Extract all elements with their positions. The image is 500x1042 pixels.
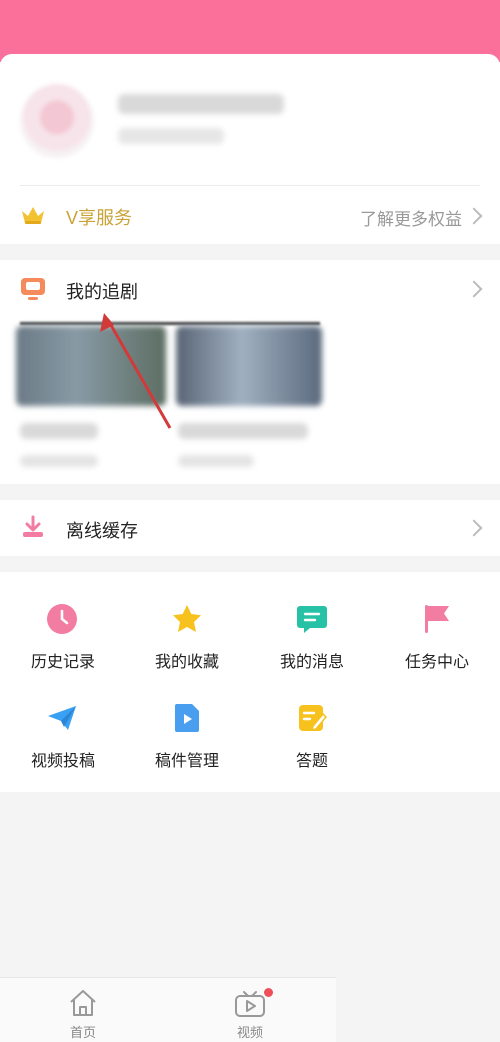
grid-item-manage[interactable]: 稿件管理 bbox=[137, 747, 237, 771]
home-icon[interactable] bbox=[68, 989, 98, 1022]
grid-item-tasks[interactable]: 任务中心 bbox=[387, 648, 487, 672]
grid-item-history[interactable]: 历史记录 bbox=[13, 648, 113, 672]
tv-video-icon[interactable] bbox=[234, 990, 266, 1023]
grid-item-messages[interactable]: 我的消息 bbox=[262, 648, 362, 672]
paper-plane-icon[interactable] bbox=[45, 701, 79, 735]
history-clock-icon[interactable] bbox=[45, 602, 79, 636]
bottom-nav bbox=[0, 977, 336, 1042]
offline-title[interactable]: 离线缓存 bbox=[66, 517, 138, 543]
grid-item-quiz[interactable]: 答题 bbox=[262, 747, 362, 771]
notification-dot bbox=[264, 988, 273, 997]
nav-tab-video[interactable]: 视频 bbox=[220, 1022, 280, 1041]
nav-tab-home[interactable]: 首页 bbox=[53, 1022, 113, 1041]
star-icon[interactable] bbox=[170, 602, 204, 636]
flag-icon[interactable] bbox=[420, 602, 454, 636]
message-icon[interactable] bbox=[295, 602, 329, 636]
grid-item-favorites[interactable]: 我的收藏 bbox=[137, 648, 237, 672]
edit-note-icon[interactable] bbox=[295, 701, 329, 735]
video-file-icon[interactable] bbox=[170, 701, 204, 735]
grid-item-upload[interactable]: 视频投稿 bbox=[13, 747, 113, 771]
download-icon bbox=[21, 515, 45, 544]
